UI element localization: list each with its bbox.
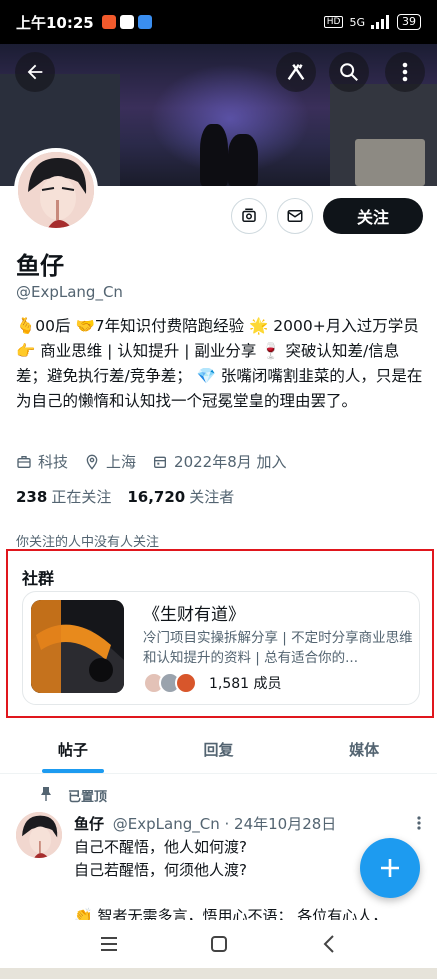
joined-item: 2022年8月 加入 (152, 451, 287, 472)
following-count: 238 (16, 488, 48, 506)
recent-apps-button[interactable] (89, 924, 129, 964)
status-bar: 上午10:25 HD 5G 39 (0, 0, 437, 44)
calendar-icon (154, 456, 167, 468)
app-notification-icon (101, 15, 116, 29)
profile-bio: 🫰00后 🤝7年知识付费陪跑经验 🌟 2000+月入过万学员 👉 商业思维 | … (16, 317, 423, 410)
mutual-followers-text: 你关注的人中没有人关注 (16, 535, 160, 550)
system-back-button[interactable] (309, 924, 349, 964)
tab-posts-label: 帖子 (57, 741, 88, 759)
profile-tabs: 帖子 回复 媒体 (0, 728, 437, 774)
community-name: 《生财有道》 (143, 605, 245, 625)
location-label: 上海 (106, 453, 137, 471)
post-header: 鱼仔 @ExpLang_Cn · 24年10月28日 (74, 813, 336, 834)
pinned-indicator: 已置顶 (41, 786, 108, 805)
following-link[interactable]: 238 正在关注 (16, 486, 111, 507)
system-nav-bar (0, 920, 437, 968)
hd-icon: HD (323, 16, 344, 28)
banner-cat (200, 124, 228, 186)
subscriptions-button[interactable] (231, 198, 267, 234)
community-card[interactable]: 《生财有道》 冷门项目实操拆解分享 | 不定时分享商业思维和认知提升的资料 | … (22, 591, 420, 705)
gmail-icon (119, 15, 134, 29)
message-button[interactable] (277, 198, 313, 234)
location-item: 上海 (84, 451, 136, 472)
mail-icon (287, 210, 303, 222)
community-section-title: 社群 (22, 569, 55, 588)
follow-counts: 238 正在关注 16,720 关注者 (16, 486, 234, 507)
briefcase-icon (17, 455, 31, 468)
profile-name: 鱼仔 (16, 252, 64, 280)
grok-button[interactable] (276, 52, 316, 92)
member-avatar (175, 672, 197, 694)
status-right: HD 5G 39 (323, 14, 421, 30)
notification-icons (101, 15, 152, 29)
profile-handle: @ExpLang_Cn (16, 283, 123, 301)
home-button[interactable] (199, 924, 239, 964)
network-label: 5G (349, 15, 365, 29)
search-icon (340, 63, 358, 81)
follow-button[interactable]: 关注 (323, 198, 423, 234)
location-pin-icon (86, 454, 98, 470)
active-tab-indicator (41, 769, 104, 773)
category-item: 科技 (16, 451, 68, 472)
more-vertical-icon (402, 62, 408, 82)
profile-avatar[interactable] (14, 148, 98, 232)
bottom-edge (0, 968, 437, 979)
community-image (31, 600, 124, 693)
post-author-name[interactable]: 鱼仔 (74, 815, 104, 833)
avatar-illustration (18, 152, 94, 228)
followers-count: 16,720 (127, 488, 186, 506)
subscribe-icon (242, 208, 256, 222)
compose-post-button[interactable] (360, 838, 420, 898)
followers-label: 关注者 (189, 488, 235, 506)
app-notification-icon (137, 15, 152, 29)
post-handle-date: @ExpLang_Cn · 24年10月28日 (112, 815, 337, 833)
banner-cat (228, 134, 258, 186)
community-cover-illustration (31, 600, 124, 693)
followers-link[interactable]: 16,720 关注者 (127, 486, 234, 507)
home-square-icon (210, 936, 227, 952)
arrow-left-icon (27, 64, 43, 80)
back-button[interactable] (15, 52, 55, 92)
tab-posts[interactable]: 帖子 (0, 728, 146, 773)
category-label: 科技 (38, 453, 69, 471)
tab-replies-label: 回复 (203, 741, 234, 759)
post-more-button[interactable] (417, 814, 421, 835)
profile-actions: 关注 (231, 198, 423, 234)
battery-icon: 39 (397, 14, 421, 30)
community-description: 冷门项目实操拆解分享 | 不定时分享商业思维和认知提升的资料 | 总有适合你的.… (143, 630, 413, 666)
pin-icon (41, 787, 51, 801)
plus-icon (381, 859, 399, 877)
more-button[interactable] (385, 52, 425, 92)
tab-media[interactable]: 媒体 (291, 728, 437, 773)
avatar-illustration (16, 812, 62, 858)
status-time: 上午10:25 (16, 13, 94, 32)
profile-meta: 科技 上海 2022年8月 加入 (16, 451, 287, 472)
more-vertical-icon (417, 816, 421, 830)
community-section: 社群 《生财有道》 冷门项目实操拆解分享 | 不定时分享商业思维和认知提升的资料… (6, 549, 434, 718)
tab-replies[interactable]: 回复 (146, 728, 292, 773)
community-member-count: 1,581 成员 (209, 676, 282, 692)
banner-air-conditioner (355, 139, 425, 186)
pinned-label: 已置顶 (68, 790, 108, 805)
post-author-avatar[interactable] (16, 812, 62, 858)
joined-label: 2022年8月 加入 (174, 453, 287, 471)
chevron-left-icon (323, 935, 334, 953)
community-members-row: 1,581 成员 (143, 672, 282, 694)
signal-icon (371, 15, 389, 29)
search-button[interactable] (329, 52, 369, 92)
grok-icon (287, 63, 305, 81)
following-label: 正在关注 (51, 488, 112, 506)
menu-icon (100, 937, 117, 951)
tab-media-label: 媒体 (349, 741, 380, 759)
